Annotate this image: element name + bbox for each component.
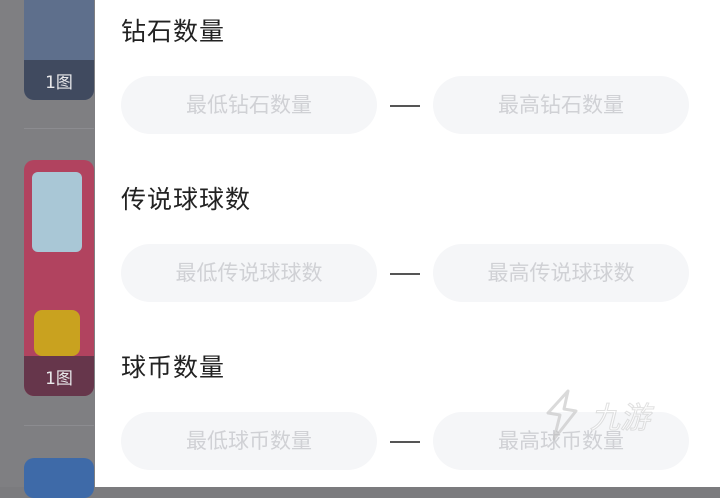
max-legend-balls-input[interactable] [433, 244, 689, 302]
range-dash [390, 441, 420, 443]
filter-title-diamonds: 钻石数量 [121, 17, 226, 46]
list-item-thumbnail[interactable]: 1图 [24, 160, 94, 396]
max-diamonds-input[interactable] [433, 76, 689, 134]
range-dash [390, 273, 420, 275]
list-item-thumbnail[interactable]: 1图 [24, 0, 94, 100]
background-list: 1图 1图 [0, 0, 95, 498]
watermark-logo-icon [546, 389, 578, 441]
divider [24, 128, 94, 129]
min-diamonds-input[interactable] [121, 76, 377, 134]
range-dash [390, 105, 420, 107]
divider [24, 425, 94, 426]
image-count-badge: 1图 [24, 356, 94, 396]
watermark: 九游 [540, 380, 690, 450]
thumbnail-art [34, 310, 80, 356]
filter-title-legend-balls: 传说球球数 [121, 185, 252, 214]
min-coins-input[interactable] [121, 412, 377, 470]
filter-title-coins: 球币数量 [121, 353, 226, 382]
thumbnail-art [32, 172, 82, 252]
list-item-thumbnail[interactable] [24, 458, 94, 498]
min-legend-balls-input[interactable] [121, 244, 377, 302]
watermark-text: 九游 [590, 401, 651, 437]
image-count-badge: 1图 [24, 60, 94, 100]
